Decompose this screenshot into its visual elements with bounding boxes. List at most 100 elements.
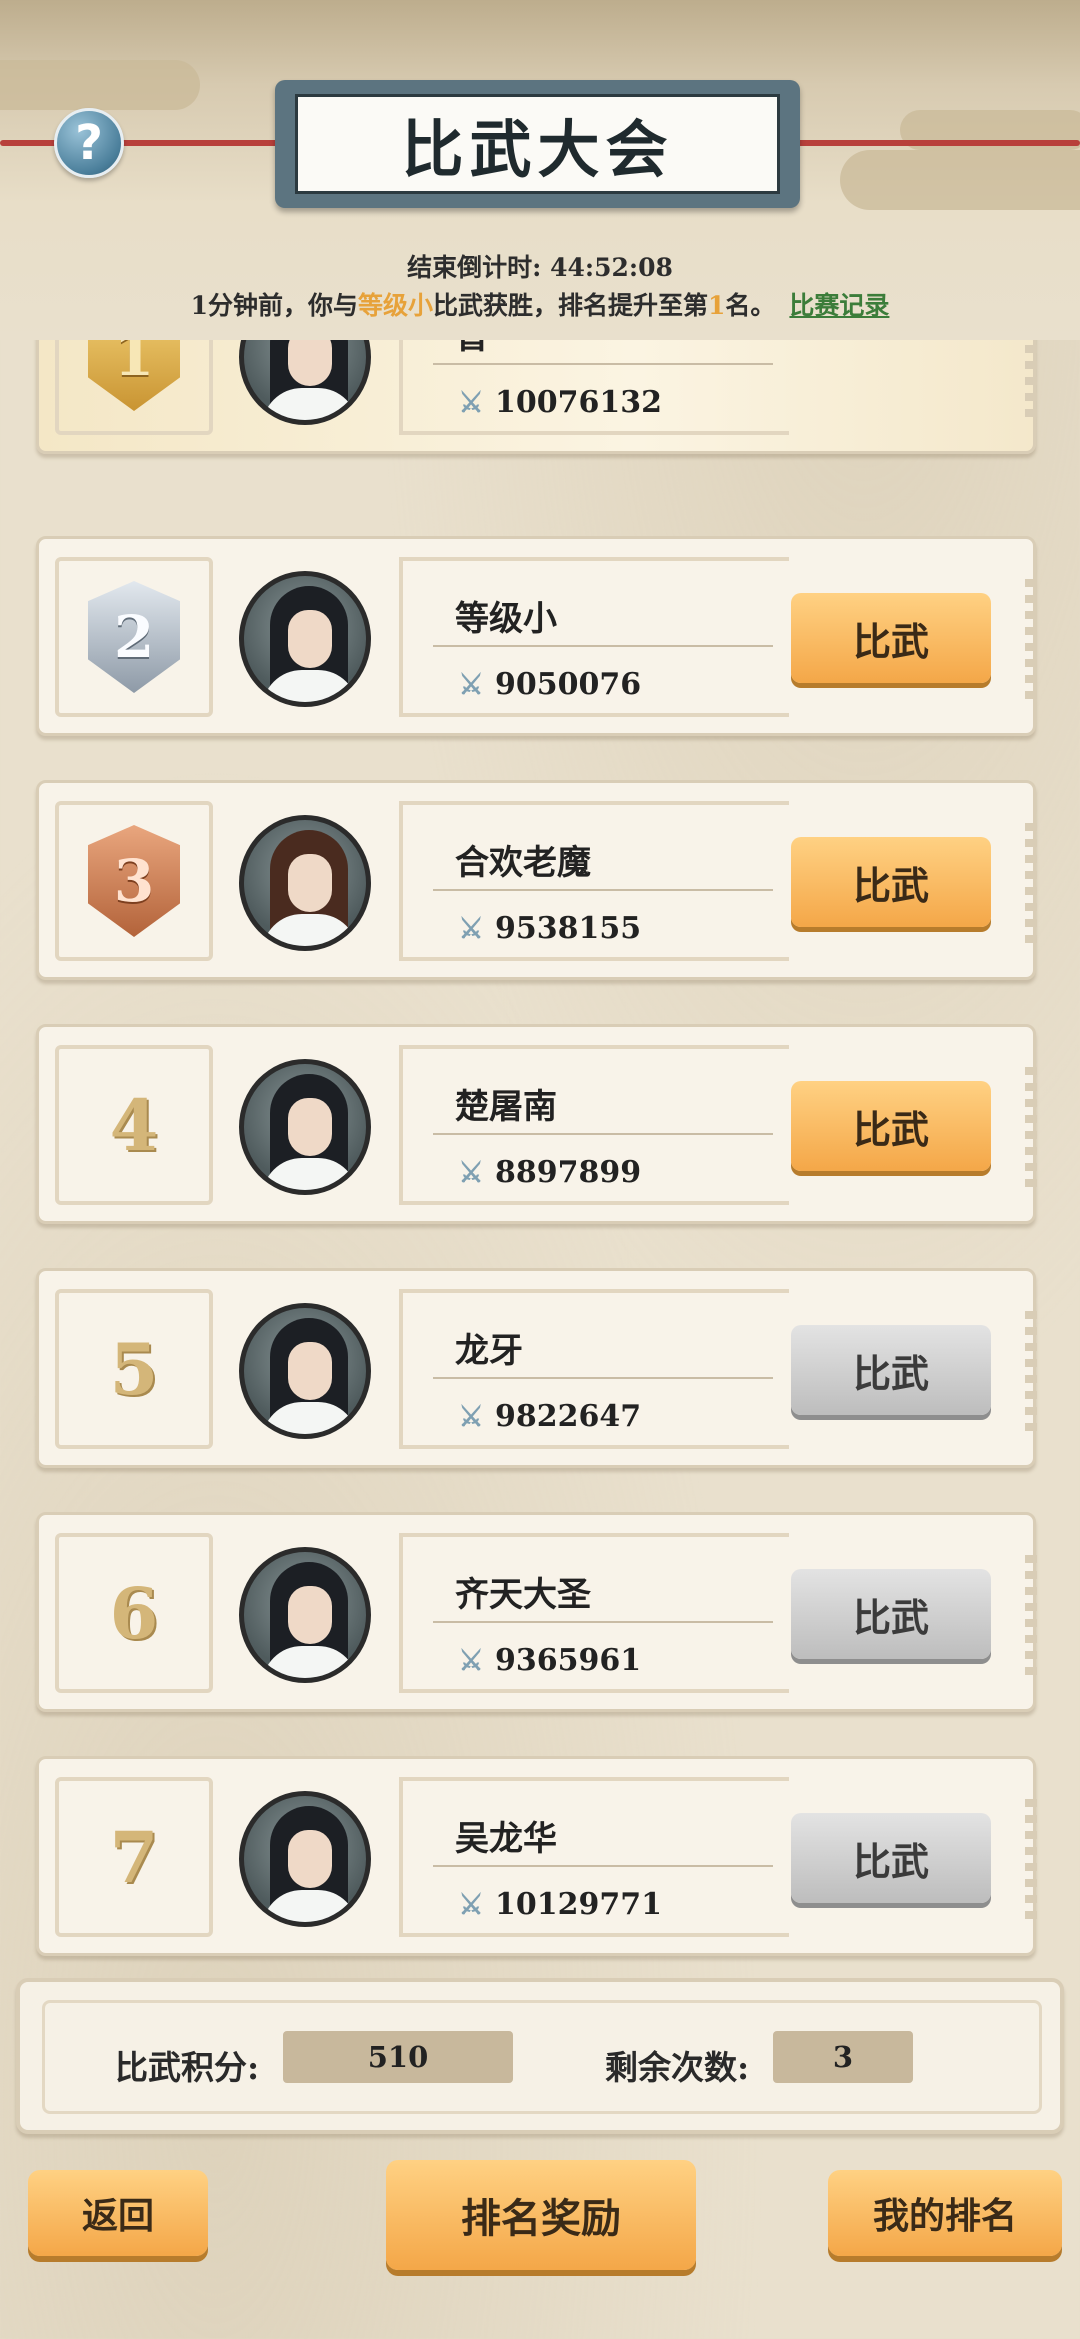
power-number: 9538155 (495, 911, 642, 946)
power-value: ⚔ 9538155 (455, 911, 641, 946)
avatar[interactable] (239, 815, 371, 951)
ranking-row: 2 等级小 ⚔ 9050076 比武 (36, 536, 1037, 736)
edge-notch (1025, 1555, 1037, 1675)
match-record-link[interactable]: 比赛记录 (789, 291, 889, 320)
ranking-list[interactable]: 1 曾 ⚔ 10076132 2 等级小 ⚔ 9050076 比武 3 合欢老魔 (0, 340, 1080, 1970)
rank-box: 4 (55, 1045, 213, 1205)
notice-suffix: 名。 (725, 291, 776, 320)
ranking-row: 4 楚屠南 ⚔ 8897899 比武 (36, 1024, 1037, 1224)
crossed-swords-icon: ⚔ (458, 385, 484, 419)
cloud-decoration (0, 60, 200, 110)
avatar[interactable] (239, 1059, 371, 1195)
divider (433, 1377, 773, 1379)
edge-notch (1025, 1799, 1037, 1919)
rank-rewards-button[interactable]: 排名奖励 (386, 2160, 696, 2270)
cloud-decoration (840, 150, 1080, 210)
avatar[interactable] (239, 571, 371, 707)
avatar[interactable] (239, 1791, 371, 1927)
power-value: ⚔ 10129771 (455, 1887, 662, 1922)
divider (433, 1621, 773, 1623)
rope-left (0, 140, 290, 146)
fight-button-disabled[interactable]: 比武 (791, 1569, 991, 1659)
avatar[interactable] (239, 1303, 371, 1439)
player-info: 龙牙 ⚔ 9822647 (399, 1289, 789, 1449)
title-plaque: 比武大会 (275, 80, 800, 208)
remaining-label: 剩余次数: (605, 2048, 750, 2087)
fight-button-disabled[interactable]: 比武 (791, 1813, 991, 1903)
divider (433, 889, 773, 891)
avatar[interactable] (239, 1547, 371, 1683)
notice-opponent: 等级小 (357, 291, 433, 320)
crossed-swords-icon: ⚔ (458, 667, 484, 701)
player-name: 合欢老魔 (455, 843, 591, 883)
ranking-row: 6 齐天大圣 ⚔ 9365961 比武 (36, 1512, 1037, 1712)
points-value: 510 (283, 2031, 513, 2083)
power-number: 9050076 (495, 667, 642, 702)
ranking-row: 3 合欢老魔 ⚔ 9538155 比武 (36, 780, 1037, 980)
rank-number: 7 (109, 1815, 159, 1899)
rank-box: 7 (55, 1777, 213, 1937)
power-number: 8897899 (495, 1155, 642, 1190)
player-name: 齐天大圣 (455, 1575, 591, 1615)
power-value: ⚔ 9822647 (455, 1399, 641, 1434)
rank-box: 5 (55, 1289, 213, 1449)
divider (433, 1865, 773, 1867)
player-name: 曾 (455, 340, 489, 358)
player-info: 合欢老魔 ⚔ 9538155 (399, 801, 789, 961)
player-info: 等级小 ⚔ 9050076 (399, 557, 789, 717)
notice-rank: 1 (708, 291, 726, 320)
rank-number: 6 (109, 1571, 159, 1655)
rank-box: 3 (55, 801, 213, 961)
player-name: 吴龙华 (455, 1819, 557, 1859)
help-button[interactable]: ? (54, 108, 124, 178)
ranking-row: 5 龙牙 ⚔ 9822647 比武 (36, 1268, 1037, 1468)
edge-notch (1025, 1067, 1037, 1187)
divider (433, 363, 773, 365)
divider (433, 1133, 773, 1135)
edge-notch (1025, 340, 1037, 417)
countdown: 结束倒计时: 44:52:08 (0, 248, 1080, 284)
remaining-value: 3 (773, 2031, 913, 2083)
rank-number: 5 (109, 1327, 159, 1411)
crossed-swords-icon: ⚔ (458, 911, 484, 945)
gold-badge-icon: 1 (88, 340, 180, 411)
my-rank-button[interactable]: 我的排名 (828, 2170, 1062, 2256)
edge-notch (1025, 1311, 1037, 1431)
score-panel: 比武积分: 510 剩余次数: 3 (16, 1978, 1064, 2134)
battle-notice: 1分钟前，你与等级小比武获胜，排名提升至第1名。 比赛记录 (0, 286, 1080, 322)
player-name: 楚屠南 (455, 1087, 557, 1127)
silver-badge-icon: 2 (88, 581, 180, 693)
power-value: ⚔ 9365961 (455, 1643, 641, 1678)
rope-right (780, 140, 1080, 146)
bronze-badge-icon: 3 (88, 825, 180, 937)
fight-button[interactable]: 比武 (791, 1081, 991, 1171)
bottom-bar: 返回 排名奖励 我的排名 (0, 2140, 1080, 2339)
notice-prefix: 1分钟前，你与 (190, 291, 358, 320)
rank-number: 4 (109, 1083, 159, 1167)
player-info: 楚屠南 ⚔ 8897899 (399, 1045, 789, 1205)
crossed-swords-icon: ⚔ (458, 1399, 484, 1433)
fight-button[interactable]: 比武 (791, 593, 991, 683)
ranking-row: 1 曾 ⚔ 10076132 (36, 340, 1037, 454)
fight-button[interactable]: 比武 (791, 837, 991, 927)
power-value: ⚔ 10076132 (455, 385, 662, 420)
edge-notch (1025, 579, 1037, 699)
back-button[interactable]: 返回 (28, 2170, 208, 2256)
avatar[interactable] (239, 340, 371, 425)
fight-button-disabled[interactable]: 比武 (791, 1325, 991, 1415)
countdown-value: 44:52:08 (550, 253, 673, 282)
score-panel-inner: 比武积分: 510 剩余次数: 3 (42, 2000, 1042, 2114)
player-info: 吴龙华 ⚔ 10129771 (399, 1777, 789, 1937)
edge-notch (1025, 823, 1037, 943)
divider (433, 645, 773, 647)
player-info: 齐天大圣 ⚔ 9365961 (399, 1533, 789, 1693)
countdown-label: 结束倒计时: (407, 253, 542, 282)
power-value: ⚔ 9050076 (455, 667, 641, 702)
player-name: 等级小 (455, 599, 557, 639)
page-title: 比武大会 (295, 94, 780, 194)
crossed-swords-icon: ⚔ (458, 1887, 484, 1921)
power-value: ⚔ 8897899 (455, 1155, 641, 1190)
ranking-row: 7 吴龙华 ⚔ 10129771 比武 (36, 1756, 1037, 1956)
player-info: 曾 ⚔ 10076132 (399, 340, 789, 435)
rank-box: 6 (55, 1533, 213, 1693)
